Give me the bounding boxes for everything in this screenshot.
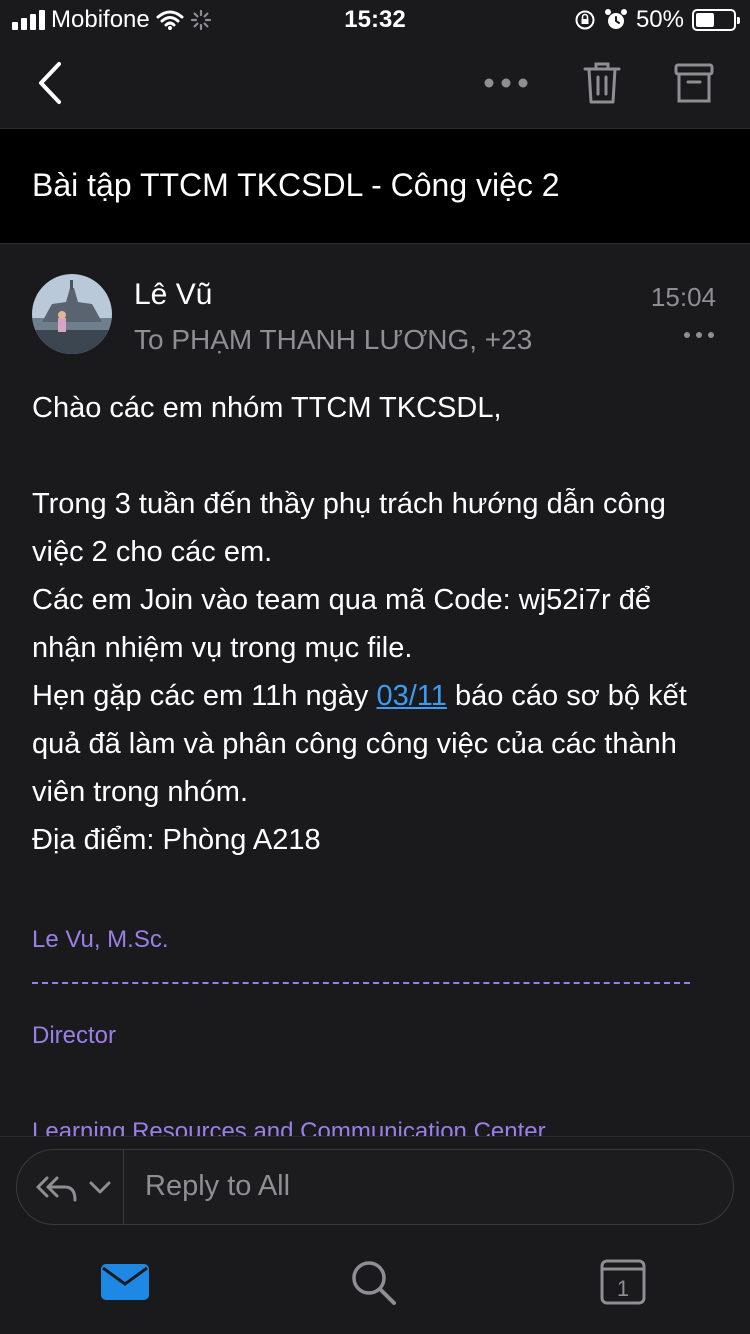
status-right: 50%: [574, 6, 740, 34]
message-time: 15:04: [650, 282, 716, 312]
more-dots-icon: [484, 78, 528, 88]
reply-input[interactable]: Reply to All: [145, 1170, 290, 1203]
signature-divider: [32, 982, 690, 984]
signature-name: Le Vu, M.Sc.: [32, 926, 169, 953]
more-button[interactable]: [482, 58, 530, 108]
battery-percent: 50%: [635, 6, 684, 33]
tab-mail[interactable]: [100, 1257, 150, 1307]
body-line-3: Hẹn gặp các em 11h ngày 03/11 báo cáo sơ…: [32, 672, 722, 816]
signature-title: Director: [32, 1022, 117, 1049]
message-more-button[interactable]: [684, 332, 714, 338]
status-bar: Mobifone 15:32 50%: [0, 0, 750, 40]
body-line-2: Các em Join vào team qua mã Code: wj52i7…: [32, 584, 651, 664]
signature-org: Learning Resources and Communication Cen…: [32, 1118, 546, 1136]
battery-level: [696, 13, 714, 27]
chevron-left-icon: [39, 62, 61, 104]
calendar-icon: 1: [600, 1259, 646, 1305]
archive-icon: [674, 63, 714, 103]
message-body: Chào các em nhóm TTCM TKCSDL, Trong 3 tu…: [32, 384, 722, 864]
reply-bar[interactable]: Reply to All: [16, 1149, 734, 1225]
bottom-area: Reply to All 1: [0, 1136, 750, 1334]
body-line-1: Trong 3 tuần đến thầy phụ trách hướng dẫ…: [32, 488, 666, 568]
subject-bar: Bài tập TTCM TKCSDL - Công việc 2: [0, 128, 750, 244]
avatar-photo: [32, 274, 112, 354]
date-link[interactable]: 03/11: [376, 680, 446, 712]
reply-all-icon: [36, 1176, 77, 1202]
message-view[interactable]: Lê Vũ To PHẠM THANH LƯƠNG, +23 15:04 Chà…: [0, 244, 750, 1136]
body-line-3-start: Hẹn gặp các em 11h ngày: [32, 680, 377, 712]
sender-name: Lê Vũ: [134, 278, 213, 311]
reply-divider: [123, 1150, 124, 1224]
body-line-4: Địa điểm: Phòng A218: [32, 824, 321, 856]
orientation-lock-icon: [575, 10, 595, 30]
chevron-down-icon: [89, 1181, 111, 1194]
mail-icon: [101, 1264, 149, 1300]
alarm-icon: [604, 9, 627, 29]
tab-search[interactable]: [348, 1257, 398, 1307]
email-reader-screen: Mobifone 15:32 50% Bài tập TTCM TKCSDL -…: [0, 0, 750, 1334]
reply-mode-button[interactable]: [35, 1166, 125, 1210]
delete-button[interactable]: [580, 58, 624, 108]
sender-avatar[interactable]: [32, 274, 112, 354]
back-button[interactable]: [30, 58, 70, 108]
email-subject: Bài tập TTCM TKCSDL - Công việc 2: [32, 167, 560, 203]
tab-calendar[interactable]: 1: [598, 1257, 648, 1307]
archive-button[interactable]: [672, 58, 716, 108]
email-toolbar: [0, 40, 750, 128]
dot: [708, 332, 714, 338]
body-greeting: Chào các em nhóm TTCM TKCSDL,: [32, 392, 502, 424]
calendar-day: 1: [617, 1276, 629, 1301]
search-icon: [352, 1261, 396, 1305]
trash-icon: [583, 62, 621, 104]
recipients-line[interactable]: To PHẠM THANH LƯƠNG, +23: [134, 324, 532, 356]
dot: [684, 332, 690, 338]
dot: [696, 332, 702, 338]
battery-icon: [692, 9, 740, 31]
